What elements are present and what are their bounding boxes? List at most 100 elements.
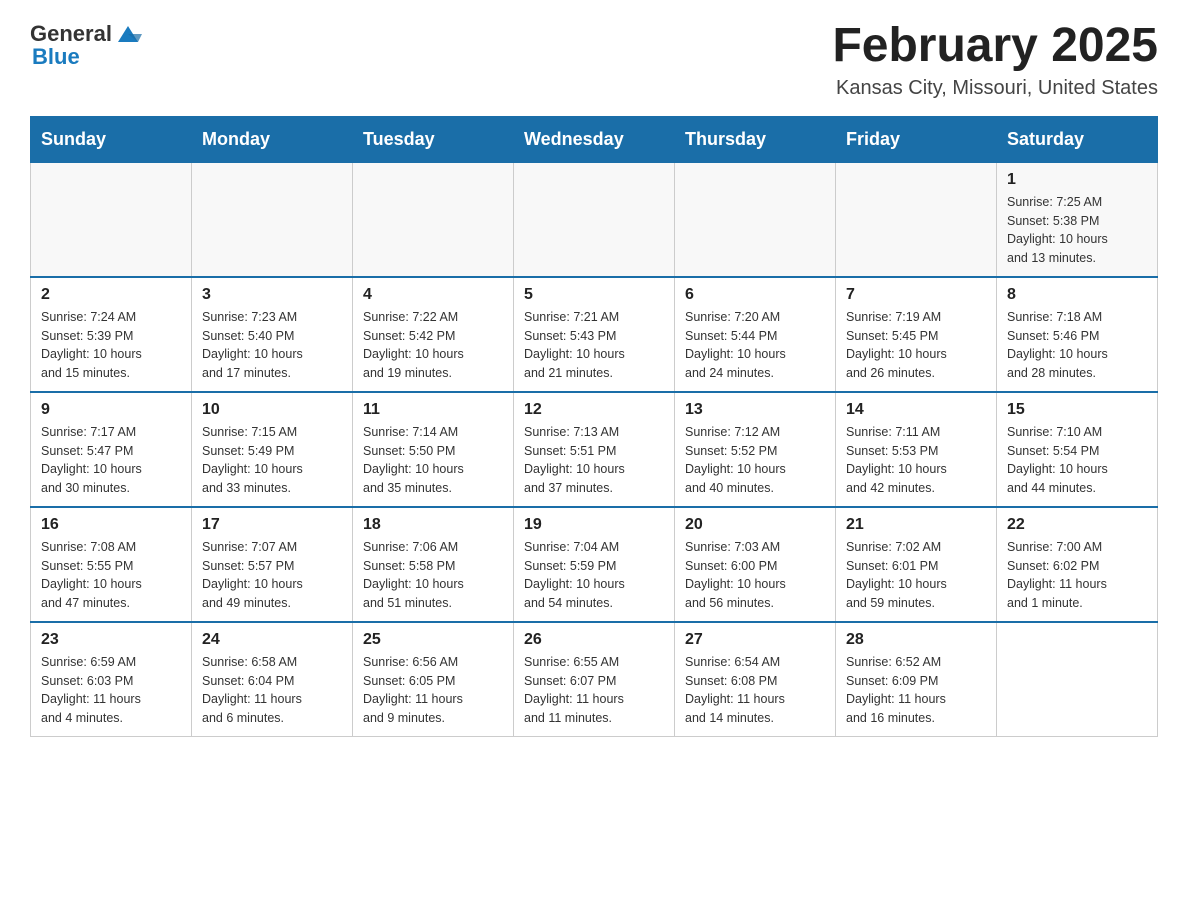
day-number: 17 — [202, 516, 342, 534]
day-number: 3 — [202, 286, 342, 304]
table-row — [31, 162, 192, 277]
calendar-header-row: Sunday Monday Tuesday Wednesday Thursday… — [31, 116, 1158, 162]
day-info: Sunrise: 7:18 AM Sunset: 5:46 PM Dayligh… — [1007, 308, 1147, 383]
day-number: 6 — [685, 286, 825, 304]
table-row: 5 Sunrise: 7:21 AM Sunset: 5:43 PM Daylig… — [514, 277, 675, 392]
day-number: 18 — [363, 516, 503, 534]
day-number: 21 — [846, 516, 986, 534]
table-row: 4 Sunrise: 7:22 AM Sunset: 5:42 PM Daylig… — [353, 277, 514, 392]
calendar-week-row: 1 Sunrise: 7:25 AM Sunset: 5:38 PM Daylig… — [31, 162, 1158, 277]
table-row: 20 Sunrise: 7:03 AM Sunset: 6:00 PM Dayli… — [675, 507, 836, 622]
day-info: Sunrise: 7:24 AM Sunset: 5:39 PM Dayligh… — [41, 308, 181, 383]
day-number: 12 — [524, 401, 664, 419]
day-info: Sunrise: 7:11 AM Sunset: 5:53 PM Dayligh… — [846, 423, 986, 498]
day-info: Sunrise: 7:15 AM Sunset: 5:49 PM Dayligh… — [202, 423, 342, 498]
calendar-week-row: 9 Sunrise: 7:17 AM Sunset: 5:47 PM Daylig… — [31, 392, 1158, 507]
table-row: 16 Sunrise: 7:08 AM Sunset: 5:55 PM Dayli… — [31, 507, 192, 622]
col-tuesday: Tuesday — [353, 116, 514, 162]
day-number: 10 — [202, 401, 342, 419]
day-number: 20 — [685, 516, 825, 534]
day-number: 25 — [363, 631, 503, 649]
day-info: Sunrise: 7:25 AM Sunset: 5:38 PM Dayligh… — [1007, 193, 1147, 268]
table-row: 27Sunrise: 6:54 AM Sunset: 6:08 PM Dayli… — [675, 622, 836, 737]
table-row: 12 Sunrise: 7:13 AM Sunset: 5:51 PM Dayli… — [514, 392, 675, 507]
day-number: 2 — [41, 286, 181, 304]
table-row: 15 Sunrise: 7:10 AM Sunset: 5:54 PM Dayli… — [997, 392, 1158, 507]
day-info: Sunrise: 7:03 AM Sunset: 6:00 PM Dayligh… — [685, 538, 825, 613]
day-number: 16 — [41, 516, 181, 534]
table-row: 26 Sunrise: 6:55 AM Sunset: 6:07 PM Dayli… — [514, 622, 675, 737]
day-info: Sunrise: 7:14 AM Sunset: 5:50 PM Dayligh… — [363, 423, 503, 498]
day-info: Sunrise: 7:22 AM Sunset: 5:42 PM Dayligh… — [363, 308, 503, 383]
table-row: 19Sunrise: 7:04 AM Sunset: 5:59 PM Dayli… — [514, 507, 675, 622]
day-number: 14 — [846, 401, 986, 419]
day-info: Sunrise: 7:00 AM Sunset: 6:02 PM Dayligh… — [1007, 538, 1147, 613]
table-row: 2 Sunrise: 7:24 AM Sunset: 5:39 PM Daylig… — [31, 277, 192, 392]
day-number: 24 — [202, 631, 342, 649]
day-info: Sunrise: 7:19 AM Sunset: 5:45 PM Dayligh… — [846, 308, 986, 383]
day-info: Sunrise: 7:02 AM Sunset: 6:01 PM Dayligh… — [846, 538, 986, 613]
day-number: 11 — [363, 401, 503, 419]
logo-text-blue: Blue — [30, 44, 80, 70]
col-sunday: Sunday — [31, 116, 192, 162]
page-header: General Blue February 2025 Kansas City, … — [30, 20, 1158, 100]
day-number: 8 — [1007, 286, 1147, 304]
day-info: Sunrise: 7:08 AM Sunset: 5:55 PM Dayligh… — [41, 538, 181, 613]
calendar-week-row: 23Sunrise: 6:59 AM Sunset: 6:03 PM Dayli… — [31, 622, 1158, 737]
day-number: 28 — [846, 631, 986, 649]
day-number: 9 — [41, 401, 181, 419]
day-info: Sunrise: 6:54 AM Sunset: 6:08 PM Dayligh… — [685, 653, 825, 728]
calendar-table: Sunday Monday Tuesday Wednesday Thursday… — [30, 116, 1158, 737]
day-number: 22 — [1007, 516, 1147, 534]
day-info: Sunrise: 7:12 AM Sunset: 5:52 PM Dayligh… — [685, 423, 825, 498]
day-number: 1 — [1007, 171, 1147, 189]
table-row: 6 Sunrise: 7:20 AM Sunset: 5:44 PM Daylig… — [675, 277, 836, 392]
day-info: Sunrise: 7:21 AM Sunset: 5:43 PM Dayligh… — [524, 308, 664, 383]
logo-icon — [114, 20, 142, 48]
logo: General Blue — [30, 20, 142, 70]
day-info: Sunrise: 7:04 AM Sunset: 5:59 PM Dayligh… — [524, 538, 664, 613]
table-row — [836, 162, 997, 277]
location-title: Kansas City, Missouri, United States — [832, 77, 1158, 100]
calendar-week-row: 2 Sunrise: 7:24 AM Sunset: 5:39 PM Daylig… — [31, 277, 1158, 392]
table-row: 18 Sunrise: 7:06 AM Sunset: 5:58 PM Dayli… — [353, 507, 514, 622]
col-monday: Monday — [192, 116, 353, 162]
day-number: 26 — [524, 631, 664, 649]
day-info: Sunrise: 7:06 AM Sunset: 5:58 PM Dayligh… — [363, 538, 503, 613]
table-row: 22 Sunrise: 7:00 AM Sunset: 6:02 PM Dayli… — [997, 507, 1158, 622]
table-row — [675, 162, 836, 277]
day-info: Sunrise: 7:17 AM Sunset: 5:47 PM Dayligh… — [41, 423, 181, 498]
col-thursday: Thursday — [675, 116, 836, 162]
day-info: Sunrise: 7:20 AM Sunset: 5:44 PM Dayligh… — [685, 308, 825, 383]
col-friday: Friday — [836, 116, 997, 162]
table-row — [192, 162, 353, 277]
day-info: Sunrise: 7:13 AM Sunset: 5:51 PM Dayligh… — [524, 423, 664, 498]
col-saturday: Saturday — [997, 116, 1158, 162]
day-info: Sunrise: 6:55 AM Sunset: 6:07 PM Dayligh… — [524, 653, 664, 728]
table-row: 17Sunrise: 7:07 AM Sunset: 5:57 PM Dayli… — [192, 507, 353, 622]
day-number: 4 — [363, 286, 503, 304]
day-number: 5 — [524, 286, 664, 304]
day-number: 15 — [1007, 401, 1147, 419]
calendar-week-row: 16 Sunrise: 7:08 AM Sunset: 5:55 PM Dayli… — [31, 507, 1158, 622]
day-number: 23 — [41, 631, 181, 649]
table-row: 3Sunrise: 7:23 AM Sunset: 5:40 PM Daylig… — [192, 277, 353, 392]
col-wednesday: Wednesday — [514, 116, 675, 162]
table-row: 24 Sunrise: 6:58 AM Sunset: 6:04 PM Dayli… — [192, 622, 353, 737]
table-row: 13 Sunrise: 7:12 AM Sunset: 5:52 PM Dayli… — [675, 392, 836, 507]
table-row: 9 Sunrise: 7:17 AM Sunset: 5:47 PM Daylig… — [31, 392, 192, 507]
table-row: 8 Sunrise: 7:18 AM Sunset: 5:46 PM Daylig… — [997, 277, 1158, 392]
day-info: Sunrise: 6:58 AM Sunset: 6:04 PM Dayligh… — [202, 653, 342, 728]
table-row — [353, 162, 514, 277]
table-row — [514, 162, 675, 277]
table-row — [997, 622, 1158, 737]
day-info: Sunrise: 6:56 AM Sunset: 6:05 PM Dayligh… — [363, 653, 503, 728]
day-info: Sunrise: 7:10 AM Sunset: 5:54 PM Dayligh… — [1007, 423, 1147, 498]
table-row: 10 Sunrise: 7:15 AM Sunset: 5:49 PM Dayli… — [192, 392, 353, 507]
title-area: February 2025 Kansas City, Missouri, Uni… — [832, 20, 1158, 100]
table-row: 7 Sunrise: 7:19 AM Sunset: 5:45 PM Daylig… — [836, 277, 997, 392]
day-number: 13 — [685, 401, 825, 419]
day-info: Sunrise: 6:52 AM Sunset: 6:09 PM Dayligh… — [846, 653, 986, 728]
day-number: 7 — [846, 286, 986, 304]
table-row: 14 Sunrise: 7:11 AM Sunset: 5:53 PM Dayli… — [836, 392, 997, 507]
